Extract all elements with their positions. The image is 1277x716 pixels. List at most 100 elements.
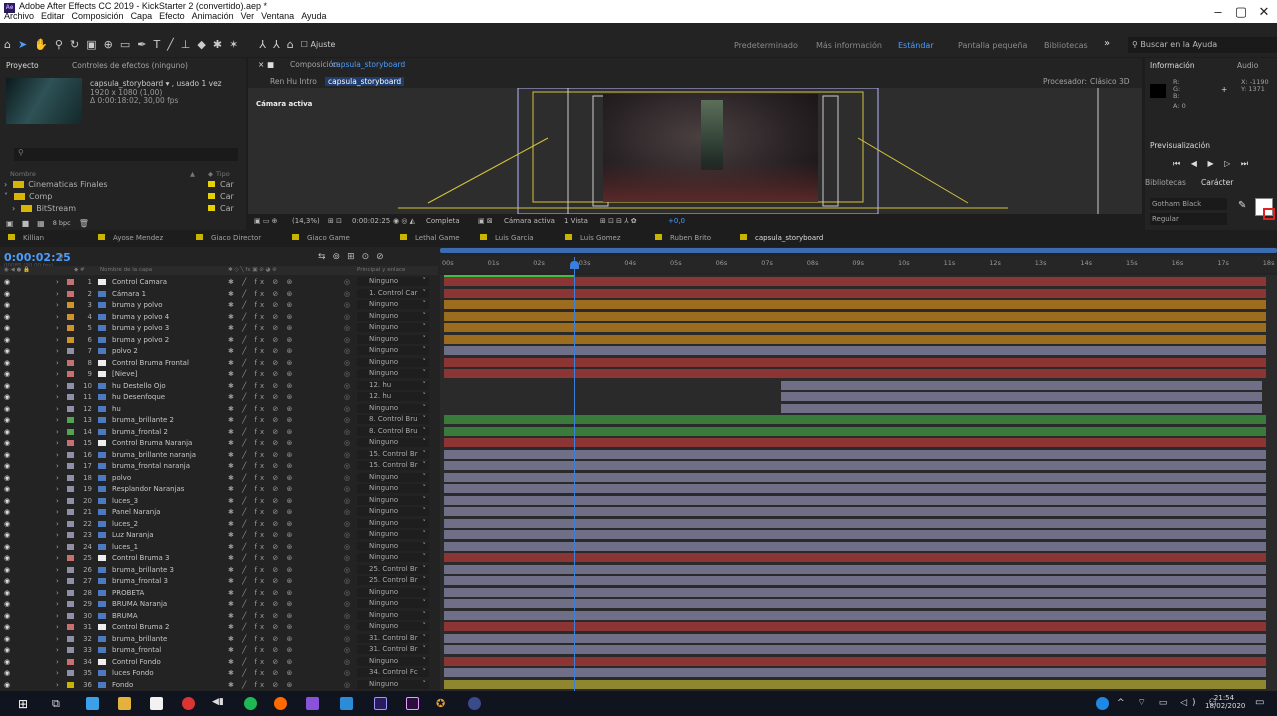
layer-duration-bar[interactable]	[444, 426, 1266, 436]
timeline-search-input[interactable]: ⚲	[58, 253, 338, 265]
pickwhip-icon[interactable]: ◎	[344, 611, 350, 621]
layer-name[interactable]: Control Bruma 2	[112, 622, 169, 632]
expand-icon[interactable]: ›	[56, 358, 59, 368]
parent-dropdown[interactable]: Ninguno ˅	[357, 277, 429, 286]
layer-switches[interactable]: ✱ ╱ fx ⊘ ⊛	[228, 680, 295, 690]
sort-icon[interactable]: ▲	[190, 170, 195, 178]
layer-row[interactable]: ◉ › 35 luces Fondo ✱ ╱ fx ⊘ ⊛ ◎ 34. Control Fc…	[0, 668, 438, 678]
layer-name[interactable]: bruma_brillante	[112, 634, 167, 644]
col-name[interactable]: Nombre	[10, 170, 36, 178]
label-swatch[interactable]	[67, 313, 74, 320]
layer-switches[interactable]: ✱ ╱ fx ⊘ ⊛	[228, 599, 295, 609]
expand-icon[interactable]: ›	[56, 427, 59, 437]
tab-info[interactable]: Información	[1150, 61, 1195, 70]
expand-icon[interactable]: ›	[56, 381, 59, 391]
layer-switches[interactable]: ✱ ╱ fx ⊘ ⊛	[228, 381, 295, 391]
trash-icon[interactable]: 🗑	[79, 219, 89, 228]
col-parent[interactable]: Principal y enlace	[357, 267, 405, 273]
parent-dropdown[interactable]: Ninguno ˅	[357, 357, 429, 367]
visibility-eye-icon[interactable]: ◉	[4, 496, 10, 506]
pickwhip-icon[interactable]: ◎	[344, 300, 350, 310]
label-swatch[interactable]	[67, 428, 74, 435]
expand-icon[interactable]: ›	[56, 519, 59, 529]
view-axis-icon[interactable]: ⌂	[287, 38, 294, 51]
visibility-eye-icon[interactable]: ◉	[4, 277, 10, 287]
layer-duration-bar[interactable]	[444, 277, 1266, 286]
label-swatch[interactable]	[67, 601, 74, 607]
menu-item[interactable]: Capa	[131, 11, 153, 21]
workspace-libraries[interactable]: Bibliotecas	[1044, 41, 1088, 50]
label-swatch[interactable]	[67, 566, 74, 573]
layer-name[interactable]: Luz Naranja	[112, 530, 153, 540]
layer-switches[interactable]: ✱ ╱ fx ⊘ ⊛	[228, 484, 295, 494]
help-search-input[interactable]: ⚲ Buscar en la Ayuda	[1128, 37, 1277, 53]
visibility-eye-icon[interactable]: ◉	[4, 323, 10, 333]
world-axis-icon[interactable]: ⅄	[273, 38, 280, 51]
visibility-eye-icon[interactable]: ◉	[4, 473, 10, 483]
visibility-eye-icon[interactable]: ◉	[4, 438, 10, 448]
menu-item[interactable]: Composición	[72, 11, 124, 21]
visibility-eye-icon[interactable]: ◉	[4, 576, 10, 586]
expand-icon[interactable]: ›	[56, 484, 59, 494]
tab-preview[interactable]: Previsualización	[1150, 141, 1210, 150]
layer-name[interactable]: BRUMA	[112, 611, 138, 621]
firefox-icon[interactable]	[274, 697, 287, 710]
layer-row[interactable]: ◉ › 16 bruma_brillante naranja ✱ ╱ fx ⊘ ⊛ ◎ 15…	[0, 449, 438, 460]
layer-row[interactable]: ◉ › 15 Control Bruma Naranja ✱ ╱ fx ⊘ ⊛ ◎ Ning…	[0, 438, 438, 448]
parent-dropdown[interactable]: 8. Control Bru ˅	[357, 426, 429, 436]
layer-name[interactable]: Control Camara	[112, 277, 167, 287]
parent-dropdown[interactable]: Ninguno ˅	[357, 507, 429, 516]
layer-row[interactable]: ◉ › 19 Resplandor Naranjas ✱ ╱ fx ⊘ ⊛ ◎ Ningun…	[0, 484, 438, 494]
layer-switches[interactable]: ✱ ╱ fx ⊘ ⊛	[228, 668, 295, 678]
layer-row[interactable]: ◉ › 5 bruma y polvo 3 ✱ ╱ fx ⊘ ⊛ ◎ Ninguno ˅	[0, 323, 438, 333]
layer-switches[interactable]: ✱ ╱ fx ⊘ ⊛	[228, 588, 295, 598]
layer-row[interactable]: ◉ › 33 bruma_frontal ✱ ╱ fx ⊘ ⊛ ◎ 31. Control …	[0, 645, 438, 655]
layer-row[interactable]: ◉ › 34 Control Fondo ✱ ╱ fx ⊘ ⊛ ◎ Ninguno ˅	[0, 656, 438, 667]
minimize-button[interactable]: –	[1210, 4, 1226, 19]
pickwhip-icon[interactable]: ◎	[344, 450, 350, 460]
label-swatch[interactable]	[67, 325, 74, 331]
visibility-eye-icon[interactable]: ◉	[4, 542, 10, 552]
pickwhip-icon[interactable]: ◎	[344, 645, 350, 655]
chrome-icon[interactable]	[182, 697, 195, 710]
layer-name[interactable]: Control Fondo	[112, 657, 161, 667]
label-swatch[interactable]	[67, 624, 74, 630]
parent-dropdown[interactable]: Ninguno ˅	[357, 334, 429, 344]
layer-row[interactable]: ◉ › 4 bruma y polvo 4 ✱ ╱ fx ⊘ ⊛ ◎ Ninguno ˅	[0, 311, 438, 322]
camera-icon[interactable]: ◉ ◎ ◭	[393, 217, 415, 225]
blender-icon[interactable]: ✪	[436, 697, 449, 710]
layer-name[interactable]: PROBETA	[112, 588, 144, 598]
layer-switches[interactable]: ✱ ╱ fx ⊘ ⊛	[228, 450, 295, 460]
parent-dropdown[interactable]: Ninguno ˅	[357, 311, 429, 321]
zoom-tool-icon[interactable]: ⚲	[55, 38, 63, 51]
exposure-value[interactable]: +0,0	[668, 217, 685, 225]
home-icon[interactable]: ⌂	[4, 38, 11, 51]
layer-switches[interactable]: ✱ ╱ fx ⊘ ⊛	[228, 427, 295, 437]
label-swatch[interactable]	[67, 382, 74, 389]
puppet-tool-icon[interactable]: ✶	[229, 38, 238, 51]
pickwhip-icon[interactable]: ◎	[344, 473, 350, 483]
local-axis-icon[interactable]: ⅄	[259, 38, 266, 51]
visibility-eye-icon[interactable]: ◉	[4, 484, 10, 494]
layer-switches[interactable]: ✱ ╱ fx ⊘ ⊛	[228, 496, 295, 506]
layer-row[interactable]: ◉ › 32 bruma_brillante ✱ ╱ fx ⊘ ⊛ ◎ 31. Contro…	[0, 633, 438, 644]
layer-name[interactable]: Panel Naranja	[112, 507, 160, 517]
parent-dropdown[interactable]: Ninguno ˅	[357, 484, 429, 493]
parent-dropdown[interactable]: Ninguno ˅	[357, 438, 429, 447]
expand-icon[interactable]: ›	[56, 530, 59, 540]
layer-duration-bar[interactable]	[444, 449, 1266, 459]
layer-duration-bar[interactable]	[444, 553, 1266, 562]
store-icon[interactable]	[150, 697, 163, 710]
expand-icon[interactable]: ›	[56, 346, 59, 356]
label-swatch[interactable]	[67, 394, 74, 400]
layer-row[interactable]: ◉ › 22 luces_2 ✱ ╱ fx ⊘ ⊛ ◎ Ninguno ˅	[0, 518, 438, 529]
layer-duration-bar[interactable]	[444, 311, 1266, 321]
layer-name[interactable]: luces_3	[112, 496, 138, 506]
new-comp-icon[interactable]: ▦	[37, 219, 45, 228]
pickwhip-icon[interactable]: ◎	[344, 461, 350, 471]
comp-panel-close-icon[interactable]: ×	[258, 60, 264, 69]
pickwhip-icon[interactable]: ◎	[344, 634, 350, 644]
expand-icon[interactable]: ›	[56, 576, 59, 586]
label-swatch[interactable]	[67, 509, 74, 515]
parent-dropdown[interactable]: 31. Control Br ˅	[357, 633, 429, 643]
